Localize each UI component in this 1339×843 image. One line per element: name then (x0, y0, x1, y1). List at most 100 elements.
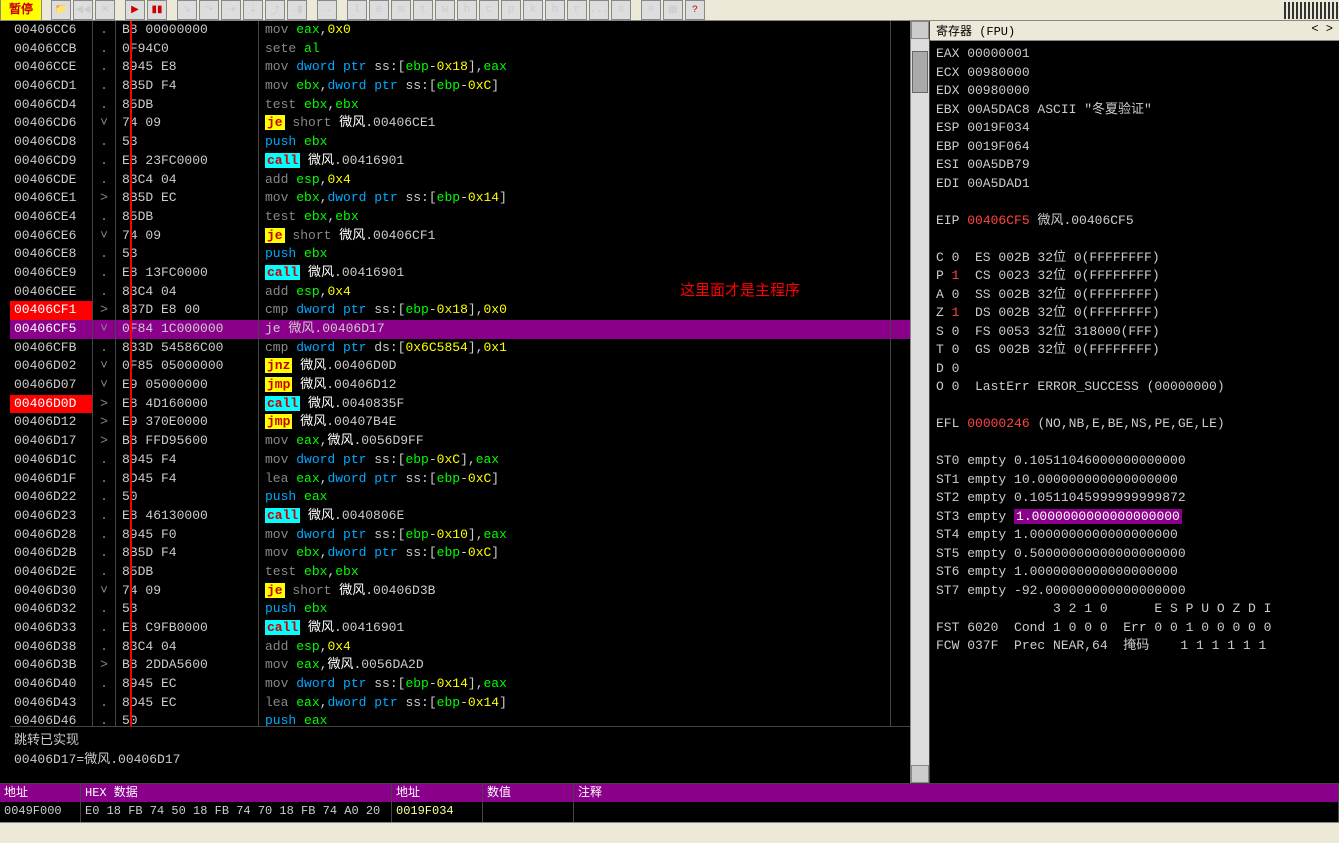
reg-line[interactable]: ST0 empty 0.10511046000000000000 (936, 452, 1333, 471)
tb-letter-w[interactable]: w (435, 0, 455, 20)
tb-letter-p[interactable]: p (501, 0, 521, 20)
tb-letter-s[interactable]: s (611, 0, 631, 20)
trace-icon[interactable]: ⇢ (221, 0, 241, 20)
tb-letter-b[interactable]: b (545, 0, 565, 20)
tb-plugin-7[interactable] (1312, 2, 1314, 19)
reg-line[interactable] (936, 230, 1333, 249)
disasm-row[interactable]: 00406CE6˅74 09je short 微风.00406CF1 (10, 227, 910, 246)
scroll-down-icon[interactable]: ▼ (911, 765, 929, 783)
disasm-row[interactable]: 00406D30˅74 09je short 微风.00406D3B (10, 582, 910, 601)
disasm-row[interactable]: 00406D1C.8945 F4mov dword ptr ss:[ebp-0x… (10, 451, 910, 470)
tillret-icon[interactable]: ⤴ (265, 0, 285, 20)
stack-cmt-header[interactable]: 注释 (574, 784, 1338, 802)
tb-plugin-11[interactable] (1328, 2, 1330, 19)
reg-line[interactable]: ST1 empty 10.000000000000000000 (936, 471, 1333, 490)
tb-letter-k[interactable]: k (523, 0, 543, 20)
reg-line[interactable]: EIP 00406CF5 微风.00406CF5 (936, 212, 1333, 231)
disasm-row[interactable]: 00406CCE.8945 E8mov dword ptr ss:[ebp-0x… (10, 58, 910, 77)
disasm-scrollbar[interactable]: ▲ ▼ (910, 21, 929, 783)
disasm-row[interactable]: 00406D28.8945 F0mov dword ptr ss:[ebp-0x… (10, 526, 910, 545)
reg-line[interactable] (936, 397, 1333, 416)
dump-addr-header[interactable]: 地址 (0, 784, 80, 802)
reg-line[interactable] (936, 193, 1333, 212)
goto-icon[interactable]: → (317, 0, 337, 20)
appearance-icon[interactable]: ▦ (663, 0, 683, 20)
reg-line[interactable]: Z 1 DS 002B 32位 0(FFFFFFFF) (936, 304, 1333, 323)
tb-letter-t[interactable]: t (413, 0, 433, 20)
disassembly-pane[interactable]: 00406CC6.B8 00000000mov eax,0x000406CCB.… (10, 21, 910, 783)
rewind-icon[interactable]: ◀◀ (73, 0, 93, 20)
disasm-row[interactable]: 00406CD4.85DBtest ebx,ebx (10, 96, 910, 115)
scroll-thumb[interactable] (912, 51, 928, 93)
tb-plugin-3[interactable] (1296, 2, 1298, 19)
disasm-row[interactable]: 00406D3B>B8 2DDA5600mov eax,微风.0056DA2D (10, 656, 910, 675)
tb-plugin-13[interactable] (1336, 2, 1338, 19)
stepover-icon[interactable]: ↷ (199, 0, 219, 20)
reg-line[interactable]: FCW 037F Prec NEAR,64 掩码 1 1 1 1 1 1 (936, 637, 1333, 656)
disasm-row[interactable]: 00406CD9.E8 23FC0000call 微风.00416901 (10, 152, 910, 171)
tb-plugin-12[interactable] (1332, 2, 1334, 19)
reg-line[interactable]: 3 2 1 0 E S P U O Z D I (936, 600, 1333, 619)
disasm-row[interactable]: 00406D02˅0F85 05000000jnz 微风.00406D0D (10, 357, 910, 376)
reg-line[interactable]: EDI 00A5DAD1 (936, 175, 1333, 194)
tb-plugin-0[interactable] (1284, 2, 1286, 19)
disasm-row[interactable]: 00406D23.E8 46130000call 微风.0040806E (10, 507, 910, 526)
disasm-row[interactable]: 00406CE4.85DBtest ebx,ebx (10, 208, 910, 227)
disasm-row[interactable]: 00406CCB.0F94C0sete al (10, 40, 910, 59)
disasm-row[interactable]: 00406CD1.8B5D F4mov ebx,dword ptr ss:[eb… (10, 77, 910, 96)
tb-letter-e[interactable]: e (369, 0, 389, 20)
reg-line[interactable]: ESI 00A5DB79 (936, 156, 1333, 175)
tb-plugin-1[interactable] (1288, 2, 1290, 19)
reg-line[interactable]: ST6 empty 1.0000000000000000000 (936, 563, 1333, 582)
open-icon[interactable]: 📁 (51, 0, 71, 20)
tb-plugin-8[interactable] (1316, 2, 1318, 19)
disasm-row[interactable]: 00406D22.50push eax (10, 488, 910, 507)
traceinto-icon[interactable]: ⇣ (243, 0, 263, 20)
dump-hex-header[interactable]: HEX 数据 (81, 784, 391, 802)
reg-line[interactable]: EFL 00000246 (NO,NB,E,BE,NS,PE,GE,LE) (936, 415, 1333, 434)
tb-plugin-4[interactable] (1300, 2, 1302, 19)
pause-icon[interactable]: ▮▮ (147, 0, 167, 20)
help-icon[interactable]: ? (685, 0, 705, 20)
disasm-row[interactable]: 00406D33.E8 C9FB0000call 微风.00416901 (10, 619, 910, 638)
disasm-row[interactable]: 00406D32.53push ebx (10, 600, 910, 619)
tb-letter-r[interactable]: r (567, 0, 587, 20)
disasm-row[interactable]: 00406D40.8945 ECmov dword ptr ss:[ebp-0x… (10, 675, 910, 694)
reg-line[interactable]: S 0 FS 0053 32位 318000(FFF) (936, 323, 1333, 342)
reg-line[interactable]: O 0 LastErr ERROR_SUCCESS (00000000) (936, 378, 1333, 397)
reg-line[interactable]: ST2 empty 0.10511045999999999872 (936, 489, 1333, 508)
disasm-row[interactable]: 00406CF1>837D E8 00cmp dword ptr ss:[ebp… (10, 301, 910, 320)
disasm-row[interactable]: 00406D0D>E8 4D160000call 微风.0040835F (10, 395, 910, 414)
close-icon[interactable]: ✕ (95, 0, 115, 20)
disasm-row[interactable]: 00406D2E.85DBtest ebx,ebx (10, 563, 910, 582)
tb-plugin-5[interactable] (1304, 2, 1306, 19)
disasm-row[interactable]: 00406CE9.E8 13FC0000call 微风.00416901 (10, 264, 910, 283)
disasm-row[interactable]: 00406D2B.8B5D F4mov ebx,dword ptr ss:[eb… (10, 544, 910, 563)
disasm-row[interactable]: 00406CFB.833D 54586C00cmp dword ptr ds:[… (10, 339, 910, 358)
reg-line[interactable]: P 1 CS 0023 32位 0(FFFFFFFF) (936, 267, 1333, 286)
reg-line[interactable]: C 0 ES 002B 32位 0(FFFFFFFF) (936, 249, 1333, 268)
tb-letter-h[interactable]: h (457, 0, 477, 20)
reg-line[interactable]: EBP 0019F064 (936, 138, 1333, 157)
reg-line[interactable]: ST3 empty 1.0000000000000000000 (936, 508, 1333, 527)
tb-plugin-10[interactable] (1324, 2, 1326, 19)
disasm-row[interactable]: 00406CF5˅0F84 1C000000je 微风.00406D17 (10, 320, 910, 339)
tb-plugin-2[interactable] (1292, 2, 1294, 19)
options-icon[interactable]: ≡ (641, 0, 661, 20)
tb-letter-l[interactable]: l (347, 0, 367, 20)
reg-line[interactable]: ST4 empty 1.0000000000000000000 (936, 526, 1333, 545)
stepinto-icon[interactable]: ↘ (177, 0, 197, 20)
disasm-row[interactable]: 00406D17>B8 FFD95600mov eax,微风.0056D9FF (10, 432, 910, 451)
tb-letter-m[interactable]: m (391, 0, 411, 20)
disasm-row[interactable]: 00406CC6.B8 00000000mov eax,0x0 (10, 21, 910, 40)
reg-line[interactable]: T 0 GS 002B 32位 0(FFFFFFFF) (936, 341, 1333, 360)
reg-line[interactable]: D 0 (936, 360, 1333, 379)
registers-pane[interactable]: 寄存器 (FPU) < > EAX 00000001ECX 00980000ED… (929, 21, 1339, 783)
reg-line[interactable] (936, 434, 1333, 453)
disasm-row[interactable]: 00406D07˅E9 05000000jmp 微风.00406D12 (10, 376, 910, 395)
disasm-row[interactable]: 00406D12>E9 370E0000jmp 微风.00407B4E (10, 413, 910, 432)
reg-line[interactable]: A 0 SS 002B 32位 0(FFFFFFFF) (936, 286, 1333, 305)
tb-plugin-6[interactable] (1308, 2, 1310, 19)
scroll-up-icon[interactable]: ▲ (911, 21, 929, 39)
tilluser-icon[interactable]: →▮ (287, 0, 307, 20)
